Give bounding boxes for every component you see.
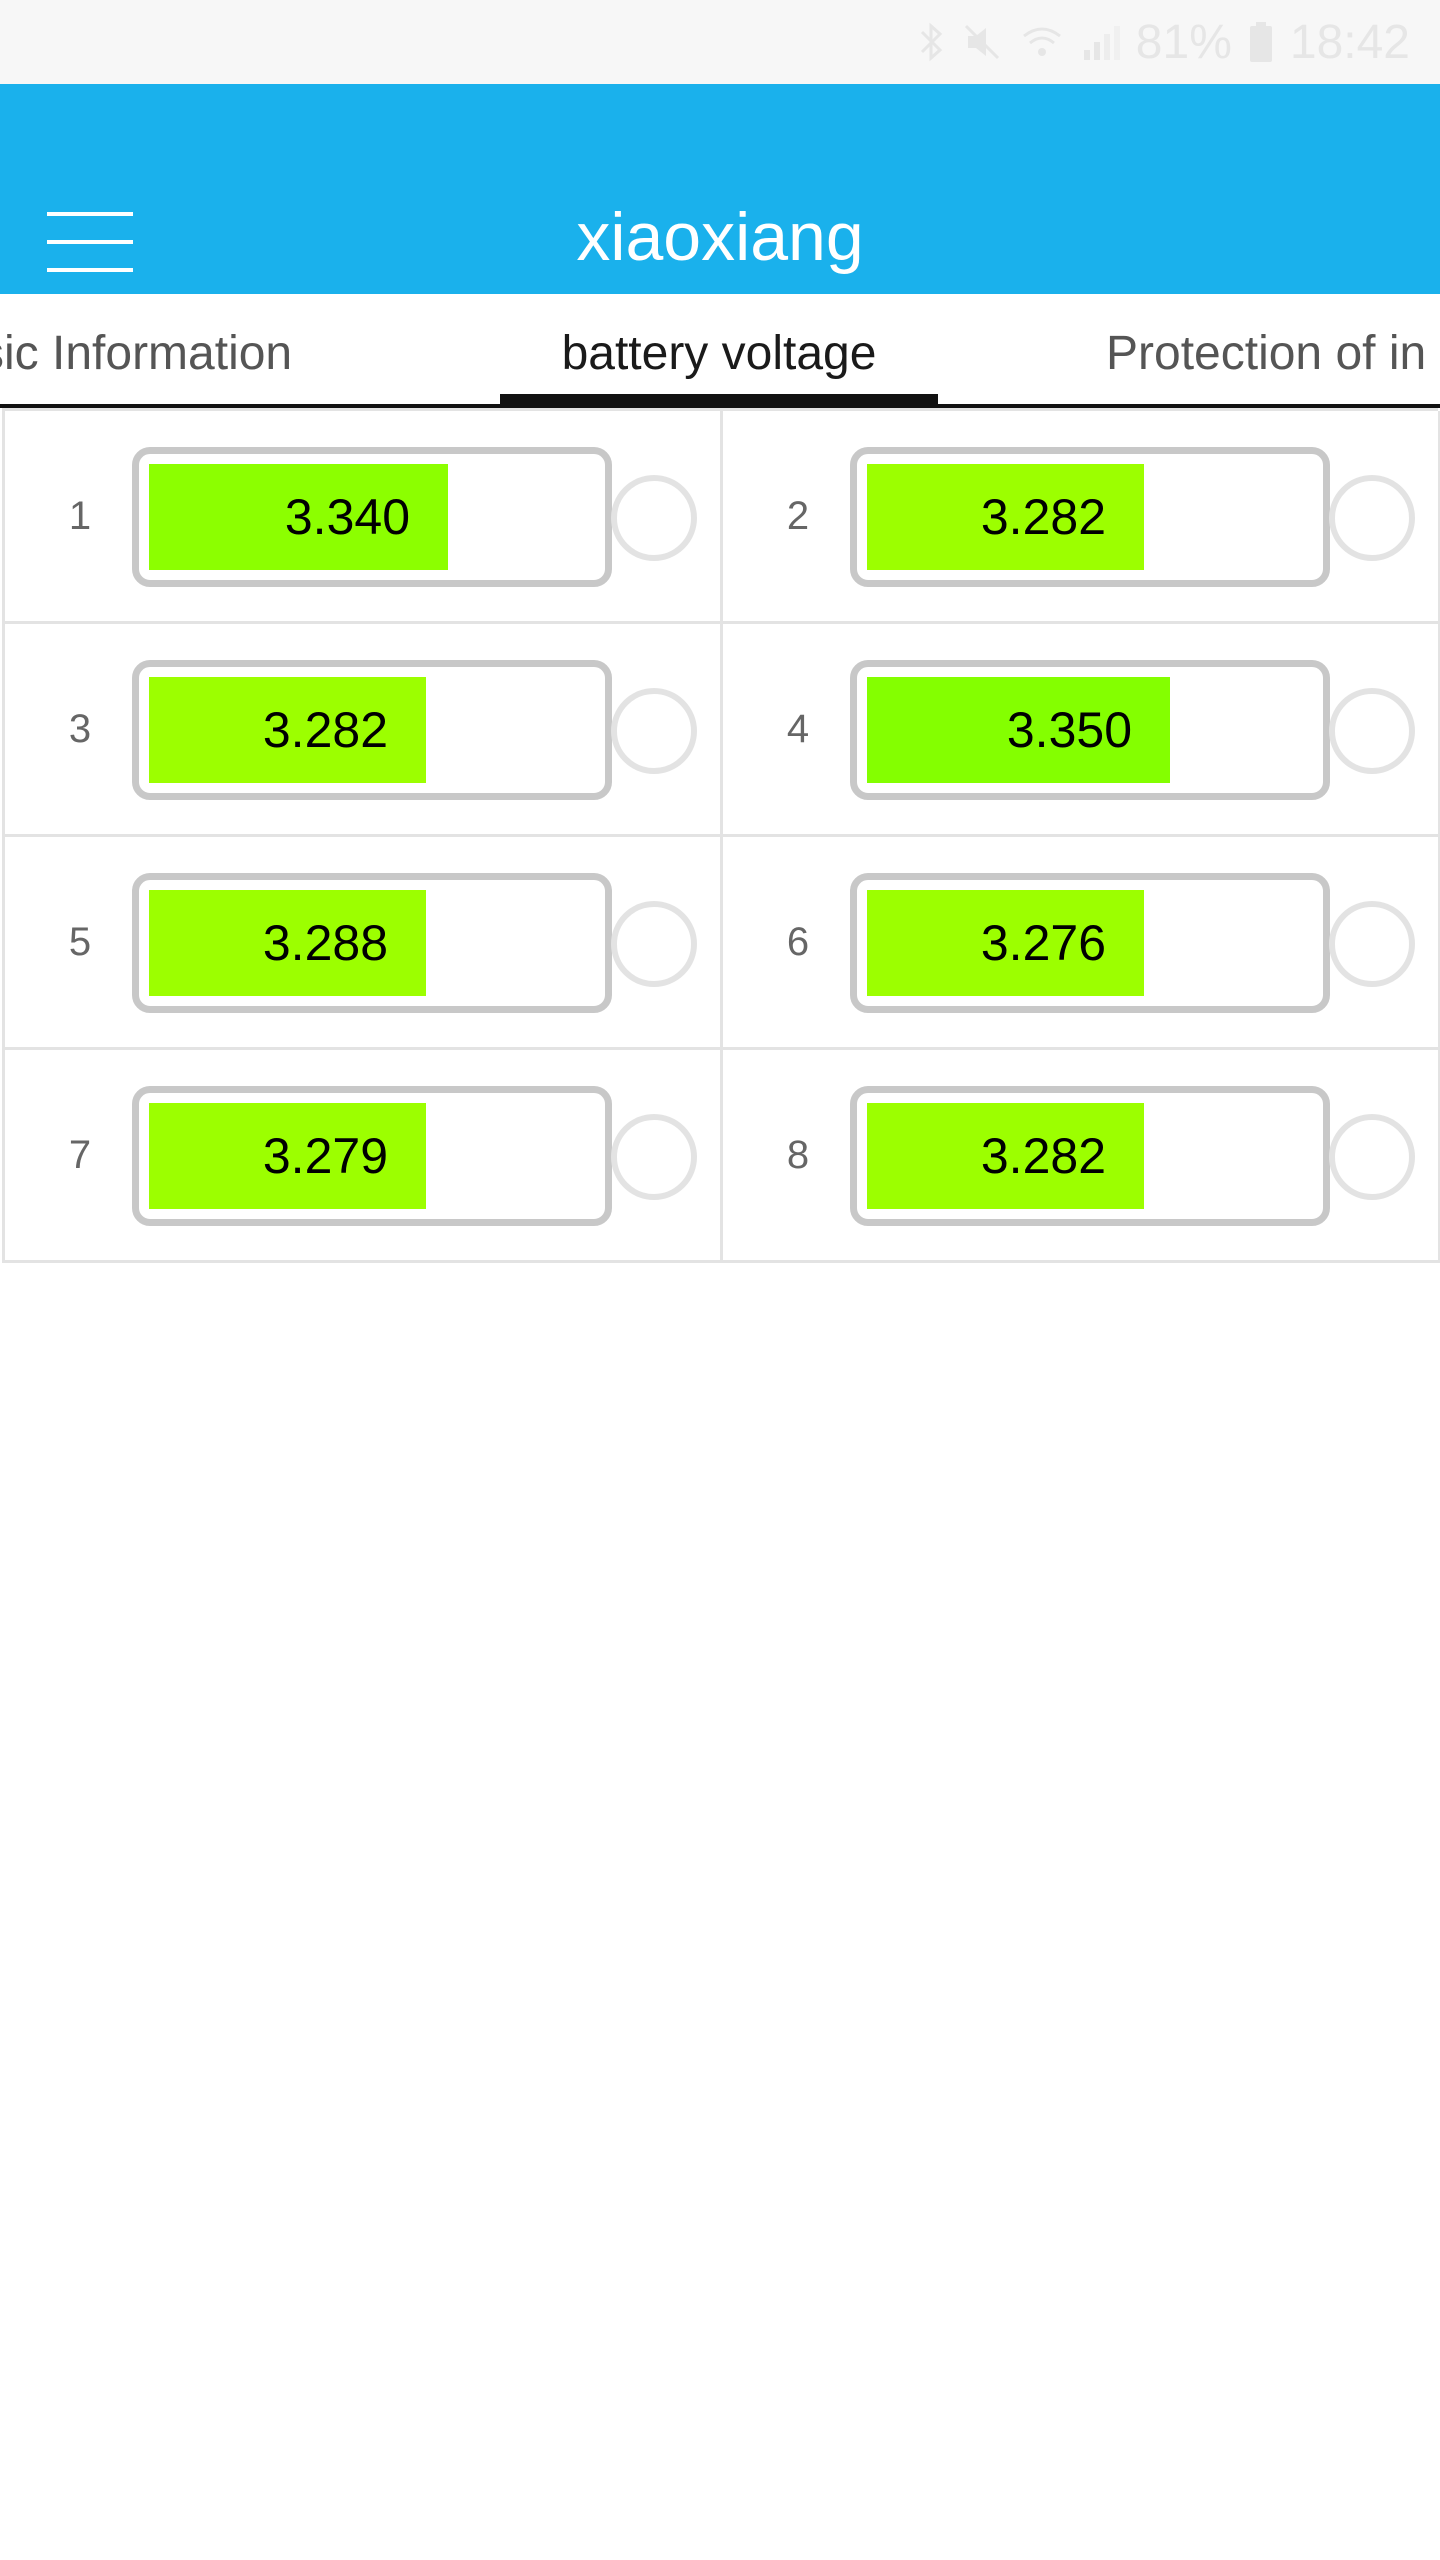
battery-icon [1248, 20, 1274, 64]
app-screen: 81% 18:42 xiaoxiang sic Information batt… [0, 0, 1440, 2560]
mute-icon [960, 20, 1004, 64]
cell-select-radio[interactable] [1329, 688, 1415, 774]
cell-item: 4 3.350 [723, 624, 1440, 837]
cell-battery-fill: 3.282 [149, 677, 426, 783]
cell-battery-fill: 3.288 [149, 890, 426, 996]
cell-voltage-value: 3.282 [262, 702, 388, 758]
tab-indicator [500, 394, 938, 404]
app-bar: xiaoxiang [0, 84, 1440, 294]
cell-battery-gauge: 3.279 [132, 1086, 612, 1226]
cell-select-radio[interactable] [1329, 901, 1415, 987]
cell-select-radio[interactable] [1329, 475, 1415, 561]
cell-battery-fill: 3.350 [867, 677, 1170, 783]
tab-battery-voltage[interactable]: battery voltage [500, 294, 938, 404]
cell-voltage-value: 3.350 [1006, 702, 1132, 758]
cell-battery-fill: 3.340 [149, 464, 448, 570]
cell-item: 2 3.282 [723, 411, 1440, 624]
cell-battery-fill: 3.279 [149, 1103, 426, 1209]
cell-battery-gauge: 3.282 [850, 447, 1330, 587]
cell-battery-gauge: 3.282 [850, 1086, 1330, 1226]
cell-select-radio[interactable] [1329, 1114, 1415, 1200]
cell-battery-gauge: 3.282 [132, 660, 612, 800]
battery-percent: 81% [1135, 15, 1232, 69]
app-title: xiaoxiang [576, 199, 864, 275]
cell-voltage-value: 3.340 [284, 489, 410, 545]
status-bar: 81% 18:42 [0, 0, 1440, 84]
cell-battery-gauge: 3.340 [132, 447, 612, 587]
cell-item: 3 3.282 [5, 624, 723, 837]
cell-voltage-value: 3.282 [980, 1128, 1106, 1184]
cell-battery-gauge: 3.276 [850, 873, 1330, 1013]
cell-voltage-value: 3.279 [262, 1128, 388, 1184]
cell-voltage-value: 3.276 [980, 915, 1106, 971]
cell-select-radio[interactable] [611, 688, 697, 774]
tab-bar: sic Information battery voltage Protecti… [0, 294, 1440, 408]
cell-item: 6 3.276 [723, 837, 1440, 1050]
cell-item: 8 3.282 [723, 1050, 1440, 1263]
cell-battery-fill: 3.276 [867, 890, 1144, 996]
cell-voltage-grid: 1 3.340 2 3.282 3 3.282 4 3.350 5 3.288 … [2, 408, 1440, 1263]
cell-select-radio[interactable] [611, 1114, 697, 1200]
cell-item: 5 3.288 [5, 837, 723, 1050]
cell-item: 1 3.340 [5, 411, 723, 624]
cell-voltage-value: 3.282 [980, 489, 1106, 545]
cell-select-radio[interactable] [611, 475, 697, 561]
tab-protection-info[interactable]: Protection of in [1106, 294, 1426, 404]
signal-icon [1080, 20, 1120, 64]
wifi-icon [1020, 20, 1064, 64]
bluetooth-icon [918, 20, 944, 64]
clock: 18:42 [1289, 15, 1410, 69]
cell-item: 7 3.279 [5, 1050, 723, 1263]
cell-select-radio[interactable] [611, 901, 697, 987]
cell-battery-gauge: 3.288 [132, 873, 612, 1013]
status-icons: 81% 18:42 [918, 10, 1410, 74]
cell-voltage-value: 3.288 [262, 915, 388, 971]
cell-battery-gauge: 3.350 [850, 660, 1330, 800]
cell-battery-fill: 3.282 [867, 1103, 1144, 1209]
tab-basic-information[interactable]: sic Information [0, 294, 292, 404]
cell-battery-fill: 3.282 [867, 464, 1144, 570]
